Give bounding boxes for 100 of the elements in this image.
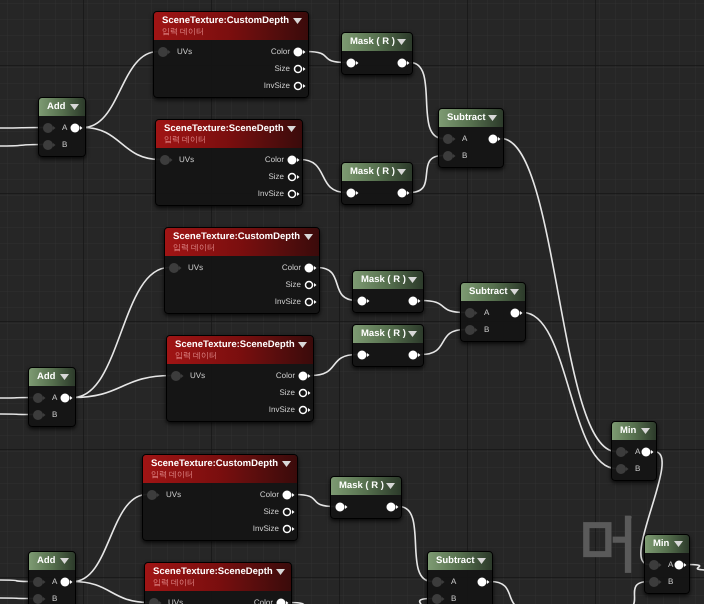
node-title: Mask ( R ) bbox=[350, 36, 394, 48]
pin-icon[interactable] bbox=[674, 560, 687, 570]
collapse-arrow-icon[interactable] bbox=[397, 39, 406, 45]
node-subtitle: 입력 데이터 bbox=[175, 351, 218, 361]
node-title: Mask ( R ) bbox=[339, 480, 383, 492]
collapse-arrow-icon[interactable] bbox=[397, 169, 406, 175]
pin-icon[interactable] bbox=[287, 172, 300, 182]
pin-icon[interactable] bbox=[60, 576, 73, 586]
collapse-arrow-icon[interactable] bbox=[510, 289, 519, 295]
node-subtitle: 입력 데이터 bbox=[153, 578, 196, 588]
pin-label: InvSize bbox=[252, 522, 279, 534]
collapse-arrow-icon[interactable] bbox=[641, 428, 650, 434]
collapse-arrow-icon[interactable] bbox=[282, 461, 291, 467]
pin-icon[interactable] bbox=[357, 296, 370, 306]
graph-node[interactable]: Mask ( R ) bbox=[352, 324, 424, 367]
pin-label: A bbox=[62, 122, 68, 134]
pin-icon[interactable] bbox=[304, 296, 317, 306]
pin-icon[interactable] bbox=[293, 64, 306, 74]
graph-node[interactable]: Mask ( R ) bbox=[352, 270, 424, 313]
graph-node[interactable]: Min A B bbox=[644, 534, 690, 594]
node-title: SceneTexture:CustomDepth bbox=[173, 231, 301, 243]
graph-node[interactable]: Add A B bbox=[38, 97, 86, 157]
pin-icon[interactable] bbox=[298, 404, 311, 414]
graph-node[interactable]: Mask ( R ) bbox=[341, 32, 413, 75]
pin-icon[interactable] bbox=[304, 262, 317, 272]
pin-label: B bbox=[52, 592, 58, 604]
collapse-arrow-icon[interactable] bbox=[408, 277, 417, 283]
pin-icon[interactable] bbox=[293, 80, 306, 90]
pin-icon[interactable] bbox=[287, 188, 300, 198]
pin-icon[interactable] bbox=[70, 122, 83, 132]
graph-node[interactable]: Min A B bbox=[611, 421, 657, 481]
collapse-arrow-icon[interactable] bbox=[477, 558, 486, 564]
pin-label: Size bbox=[268, 170, 284, 182]
graph-node[interactable]: SceneTexture:SceneDepth 입력 데이터 UVs Color Size InvSize bbox=[155, 119, 303, 206]
collapse-arrow-icon[interactable] bbox=[70, 104, 79, 110]
node-title: Min bbox=[653, 538, 670, 550]
pin-icon[interactable] bbox=[282, 490, 295, 500]
graph-node[interactable]: Subtract A B bbox=[460, 282, 526, 342]
pin-label: InvSize bbox=[268, 404, 295, 416]
collapse-arrow-icon[interactable] bbox=[298, 342, 307, 348]
pin-icon[interactable] bbox=[397, 188, 410, 198]
node-subtitle: 입력 데이터 bbox=[151, 470, 194, 480]
collapse-arrow-icon[interactable] bbox=[276, 569, 285, 575]
node-title: Add bbox=[37, 555, 56, 567]
pin-icon[interactable] bbox=[346, 188, 359, 198]
pin-label: UVs bbox=[188, 262, 204, 274]
graph-node[interactable]: SceneTexture:CustomDepth 입력 데이터 UVs Color Size InvSize bbox=[164, 227, 320, 314]
graph-node[interactable]: Add A B bbox=[28, 551, 76, 604]
pin-icon[interactable] bbox=[282, 506, 295, 516]
graph-node[interactable]: Mask ( R ) bbox=[341, 162, 413, 205]
collapse-arrow-icon[interactable] bbox=[60, 558, 69, 564]
collapse-arrow-icon[interactable] bbox=[674, 541, 683, 547]
pin-label: Color bbox=[270, 46, 290, 58]
pin-label: InvSize bbox=[264, 80, 290, 92]
pin-icon[interactable] bbox=[408, 296, 421, 306]
pin-icon[interactable] bbox=[304, 280, 317, 290]
pin-icon[interactable] bbox=[293, 46, 306, 56]
pin-label: Color bbox=[282, 262, 301, 274]
graph-node[interactable]: Subtract A B bbox=[438, 108, 504, 168]
pin-label: UVs bbox=[179, 154, 194, 166]
graph-node[interactable]: Add A B bbox=[28, 367, 76, 427]
pin-label: UVs bbox=[190, 370, 206, 382]
collapse-arrow-icon[interactable] bbox=[287, 126, 296, 132]
pin-icon[interactable] bbox=[641, 446, 654, 456]
collapse-arrow-icon[interactable] bbox=[386, 483, 395, 489]
pin-icon[interactable] bbox=[282, 524, 295, 534]
pin-icon[interactable] bbox=[346, 58, 359, 68]
graph-node[interactable]: SceneTexture:CustomDepth 입력 데이터 UVs Color Size InvSize bbox=[142, 454, 298, 541]
collapse-arrow-icon[interactable] bbox=[488, 115, 497, 121]
collapse-arrow-icon[interactable] bbox=[304, 234, 313, 240]
graph-node[interactable]: SceneTexture:CustomDepth 입력 데이터 UVs Color Size InvSize bbox=[153, 11, 309, 98]
collapse-arrow-icon[interactable] bbox=[408, 331, 417, 337]
pin-label: B bbox=[62, 138, 68, 150]
graph-node[interactable]: SceneTexture:SceneDepth 입력 데이터 UVs Color Size InvSize bbox=[166, 335, 314, 422]
pin-label: Color bbox=[260, 488, 279, 500]
pin-icon[interactable] bbox=[298, 388, 311, 398]
node-title: Mask ( R ) bbox=[350, 166, 394, 178]
pin-icon[interactable] bbox=[287, 154, 300, 164]
pin-icon[interactable] bbox=[408, 350, 421, 360]
pin-icon[interactable] bbox=[357, 350, 370, 360]
pin-icon[interactable] bbox=[335, 502, 348, 512]
pin-icon[interactable] bbox=[386, 502, 399, 512]
node-title: Mask ( R ) bbox=[361, 274, 405, 286]
pin-label: A bbox=[635, 446, 640, 458]
graph-node[interactable]: Subtract A B bbox=[427, 551, 493, 604]
pin-label: B bbox=[52, 408, 58, 420]
node-title: Mask ( R ) bbox=[361, 328, 405, 340]
pin-label: B bbox=[451, 592, 456, 604]
pin-icon[interactable] bbox=[298, 370, 311, 380]
pin-label: A bbox=[668, 558, 674, 570]
pin-icon[interactable] bbox=[510, 308, 523, 318]
pin-icon[interactable] bbox=[488, 134, 501, 144]
pin-icon[interactable] bbox=[60, 392, 73, 402]
pin-label: A bbox=[52, 576, 58, 588]
pin-label: InvSize bbox=[258, 188, 284, 200]
collapse-arrow-icon[interactable] bbox=[293, 18, 302, 24]
graph-node[interactable]: Mask ( R ) bbox=[330, 476, 402, 519]
collapse-arrow-icon[interactable] bbox=[60, 374, 69, 380]
pin-icon[interactable] bbox=[477, 576, 490, 586]
pin-icon[interactable] bbox=[397, 58, 410, 68]
